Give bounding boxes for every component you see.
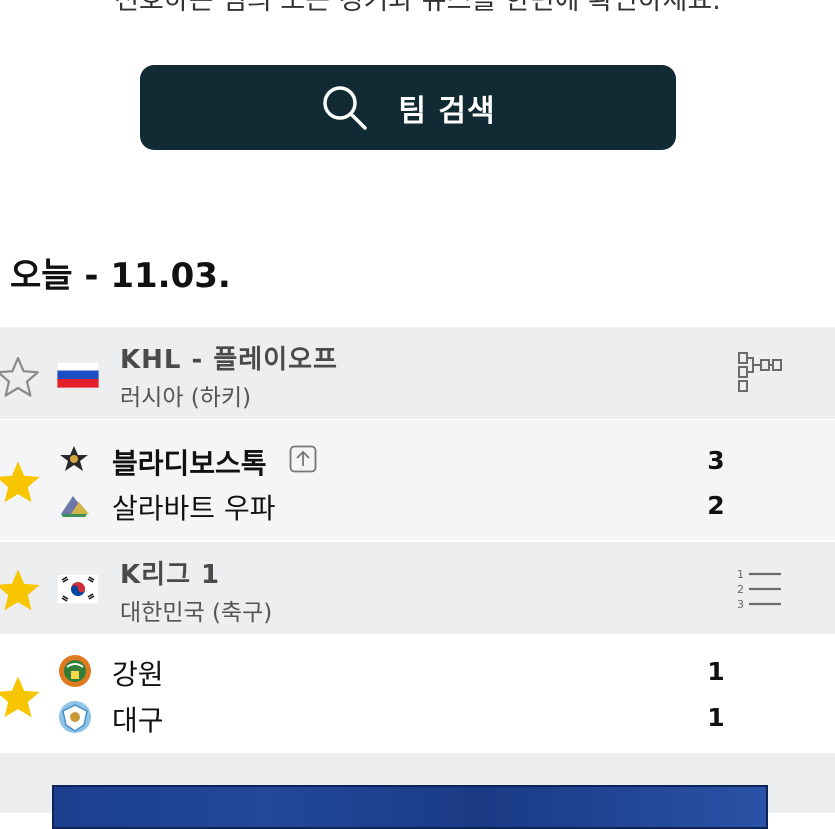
star-filled-icon[interactable]: [0, 566, 42, 616]
svg-text:3: 3: [737, 598, 744, 611]
team-name-home: 블라디보스톡: [112, 447, 267, 480]
daegu-logo-icon: [57, 699, 93, 739]
league-name[interactable]: K리그 1: [120, 554, 220, 591]
south-korea-flag-icon: [56, 573, 100, 608]
league-header-khl[interactable]: KHL - 플레이오프 러시아 (하키): [0, 327, 835, 419]
score-away: 2: [707, 491, 725, 520]
star-filled-icon[interactable]: [0, 458, 42, 508]
team-name-away: 대구: [112, 704, 164, 737]
league-country: 대한민국 (축구): [120, 600, 273, 626]
team-search-button[interactable]: 팀 검색: [140, 65, 676, 150]
league-name[interactable]: KHL - 플레이오프: [120, 339, 338, 376]
bracket-icon[interactable]: [733, 351, 783, 399]
arrow-up-box-icon: [289, 445, 317, 477]
standings-icon[interactable]: 1 2 3: [735, 566, 783, 616]
match-row-khl[interactable]: 블라디보스톡 3 살라바트 우파 2: [0, 420, 835, 540]
date-header: 오늘 - 11.03.: [10, 256, 231, 296]
team-name-home: 강원: [112, 658, 164, 691]
team-search-label: 팀 검색: [398, 93, 496, 129]
score-home: 1: [707, 657, 725, 686]
star-filled-icon[interactable]: [0, 673, 42, 723]
search-icon: [320, 83, 370, 133]
score-away: 1: [707, 703, 725, 732]
league-header-kleague[interactable]: K리그 1 대한민국 (축구) 1 2 3: [0, 542, 835, 634]
vladivostok-logo-icon: [57, 444, 91, 478]
score-home: 3: [707, 446, 725, 475]
league-country: 러시아 (하키): [120, 385, 252, 411]
team-name-away: 살라바트 우파: [112, 492, 276, 525]
promo-banner-image[interactable]: [52, 785, 768, 829]
star-outline-icon[interactable]: [0, 355, 40, 401]
match-row-kleague[interactable]: 강원 1 대구 1: [0, 635, 835, 753]
svg-text:1: 1: [737, 568, 744, 581]
intro-text: 선호하는 팀의 모든 경기와 뉴스를 한번에 확인하세요.: [114, 0, 721, 16]
salavat-logo-icon: [57, 492, 93, 522]
russia-flag-icon: [56, 361, 100, 392]
svg-text:2: 2: [737, 583, 744, 596]
gangwon-logo-icon: [57, 653, 93, 693]
